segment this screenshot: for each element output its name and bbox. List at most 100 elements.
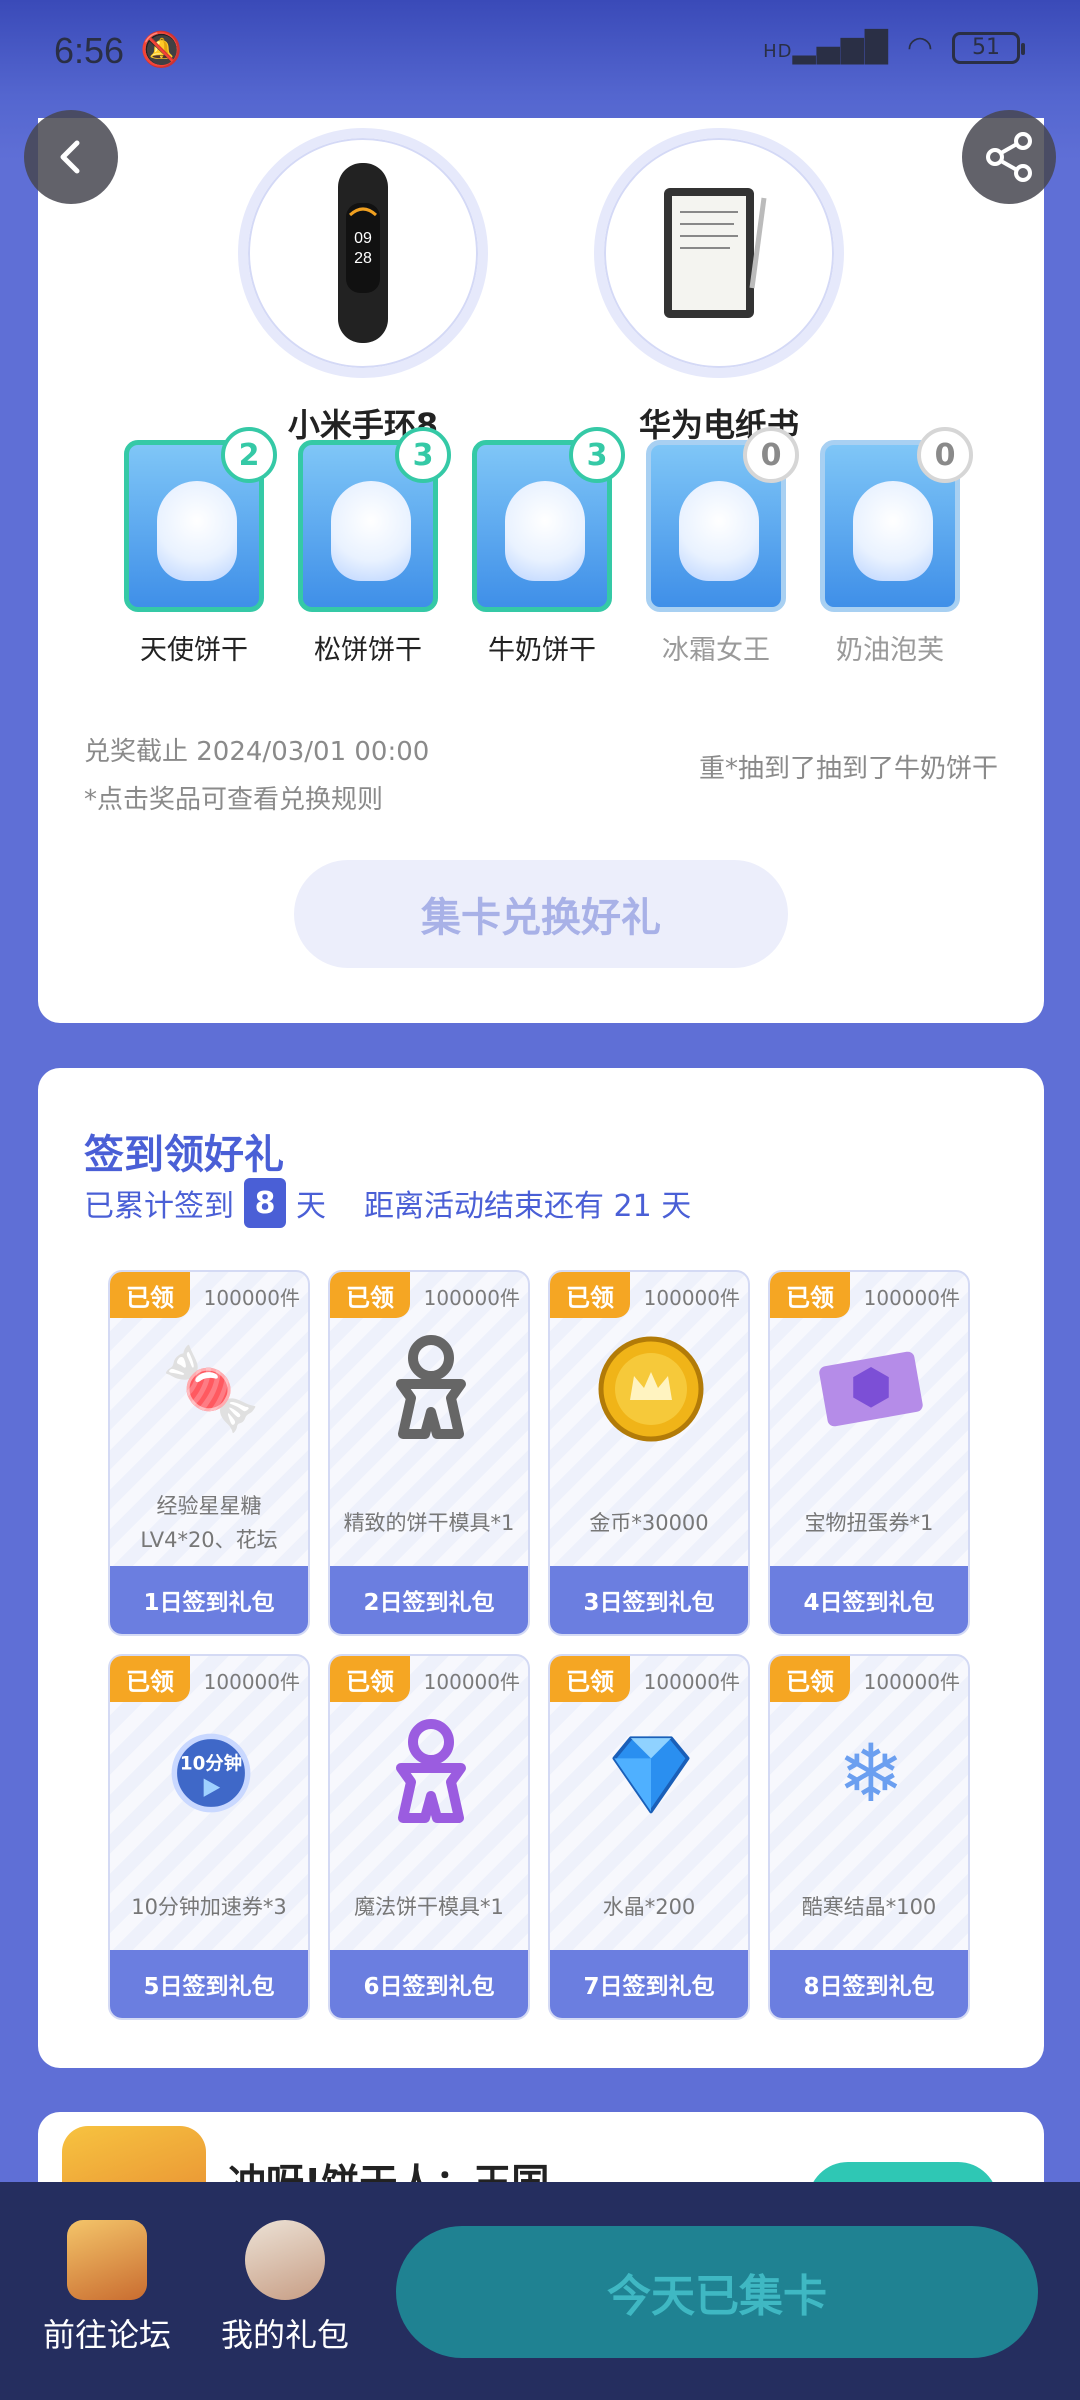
signin-prefix: 已累计签到 [84, 1189, 234, 1224]
cookie-card-cream-puff[interactable]: 0 奶油泡芙 [820, 427, 973, 667]
prize-image[interactable] [594, 128, 844, 378]
cookie-count-badge: 2 [221, 427, 277, 483]
gift-stock: 100000件 [863, 1670, 960, 1694]
claimed-tag: 已领 [550, 1272, 630, 1318]
gift-day-label: 4日签到礼包 [770, 1566, 968, 1634]
gift-stock: 100000件 [423, 1286, 520, 1310]
signal-icon: HD▂▄▆█ [763, 30, 889, 65]
snowflake-icon: ❄ [837, 1726, 905, 1820]
cookie-image[interactable]: 0 [820, 427, 973, 612]
cookie-mold-icon [376, 1334, 486, 1444]
gift-card[interactable]: 已领 100000件 ❄ 酷寒结晶*100 8日签到礼包 [768, 1654, 970, 2020]
claimed-tag: 已领 [550, 1656, 630, 1702]
my-gifts-label: 我的礼包 [220, 2316, 349, 2354]
gift-card[interactable]: 已领 100000件 10分钟 10分钟加速券*3 5日签到礼包 [108, 1654, 310, 2020]
cookie-name: 奶油泡芙 [836, 635, 944, 666]
my-gifts-button[interactable]: 我的礼包 [210, 2220, 360, 2356]
cookie-card-frost-queen[interactable]: 0 冰霜女王 [646, 427, 799, 667]
gift-label: 水晶*200 [602, 1895, 696, 1919]
gift-card[interactable]: 已领 100000件 宝物扭蛋券*1 4日签到礼包 [768, 1270, 970, 1636]
gift-card[interactable]: 已领 100000件 🍬 经验星星糖LV4*20、花坛 1日签到礼包 [108, 1270, 310, 1636]
claimed-tag: 已领 [330, 1656, 410, 1702]
share-icon [986, 132, 1032, 182]
claimed-tag: 已领 [330, 1272, 410, 1318]
gift-label: 经验星星糖LV4*20、花坛 [140, 1494, 278, 1552]
signin-title: 签到领好礼 [84, 1132, 284, 1178]
mute-bell-icon: 🔕 [140, 30, 183, 70]
battery-icon: 51 [952, 31, 1025, 64]
share-button[interactable] [962, 110, 1056, 204]
muffin-cookie-icon [331, 481, 411, 581]
cookie-name: 天使饼干 [140, 635, 248, 666]
collect-card-panel: 09 28 小米手环8 华为电纸书 2 天使饼干 3 松饼饼干 3 牛奶饼干 0… [38, 118, 1044, 1023]
gift-label: 宝物扭蛋券*1 [804, 1511, 934, 1535]
forum-app-icon [67, 2220, 147, 2300]
forum-label: 前往论坛 [42, 2316, 171, 2354]
cookie-name: 牛奶饼干 [488, 635, 596, 666]
deadline-info: 兑奖截止 2024/03/01 00:00 *点击奖品可查看兑换规则 [84, 728, 429, 824]
gift-stock: 100000件 [643, 1286, 740, 1310]
candy-icon: 🍬 [161, 1342, 261, 1435]
gift-day-label: 7日签到礼包 [550, 1950, 748, 2018]
claimed-tag: 已领 [110, 1656, 190, 1702]
frost-queen-cookie-icon [679, 481, 759, 581]
forum-button[interactable]: 前往论坛 [32, 2220, 182, 2356]
redeem-button[interactable]: 集卡兑换好礼 [294, 860, 788, 968]
status-bar: 6:56 🔕 HD▂▄▆█ ◠ 51 [0, 0, 1080, 100]
prize-image[interactable]: 09 28 [238, 128, 488, 378]
cookie-card-muffin[interactable]: 3 松饼饼干 [298, 427, 451, 667]
gift-label: 魔法饼干模具*1 [354, 1895, 504, 1919]
prize-item-ebook[interactable]: 华为电纸书 [594, 128, 844, 446]
cookie-image[interactable]: 3 [298, 427, 451, 612]
deadline-text: 兑奖截止 2024/03/01 00:00 [84, 737, 430, 767]
signin-panel: 签到领好礼 已累计签到 8 天 距离活动结束还有 21 天 已领 100000件… [38, 1068, 1044, 2068]
cookie-name: 松饼饼干 [314, 635, 422, 666]
gift-stock: 100000件 [423, 1670, 520, 1694]
wifi-icon: ◠ [906, 30, 934, 65]
angel-cookie-icon [157, 481, 237, 581]
gift-card[interactable]: 已领 100000件 水晶*200 7日签到礼包 [548, 1654, 750, 2020]
gift-day-label: 5日签到礼包 [110, 1950, 308, 2018]
status-time: 6:56 [54, 30, 125, 71]
svg-text:09: 09 [354, 230, 372, 247]
signin-days: 8 [244, 1178, 286, 1228]
collect-today-button[interactable]: 今天已集卡 [396, 2226, 1038, 2358]
gift-stock: 100000件 [203, 1286, 300, 1310]
speed-up-icon-text: 10分钟 [180, 1752, 242, 1774]
gift-card[interactable]: 已领 100000件 金币*30000 3日签到礼包 [548, 1270, 750, 1636]
gift-day-label: 3日签到礼包 [550, 1566, 748, 1634]
gift-label: 精致的饼干模具*1 [343, 1511, 515, 1535]
bottom-action-bar: 前往论坛 我的礼包 今天已集卡 [0, 2182, 1080, 2400]
claimed-tag: 已领 [770, 1272, 850, 1318]
gift-day-label: 6日签到礼包 [330, 1950, 528, 2018]
claimed-tag: 已领 [770, 1656, 850, 1702]
cookie-image[interactable]: 3 [472, 427, 625, 612]
cookie-count-badge: 3 [569, 427, 625, 483]
chevron-left-icon [60, 140, 80, 174]
cream-puff-cookie-icon [853, 481, 933, 581]
gift-avatar-icon [245, 2220, 325, 2300]
speed-up-icon: 10分钟 [156, 1718, 266, 1828]
ticket-icon [816, 1334, 926, 1444]
cookie-count-badge: 0 [743, 427, 799, 483]
gift-card[interactable]: 已领 100000件 精致的饼干模具*1 2日签到礼包 [328, 1270, 530, 1636]
cookie-image[interactable]: 2 [124, 427, 277, 612]
network-label: HD [763, 41, 793, 62]
prize-item-band[interactable]: 09 28 小米手环8 [238, 128, 488, 446]
gift-card[interactable]: 已领 100000件 魔法饼干模具*1 6日签到礼包 [328, 1654, 530, 2020]
cookie-image[interactable]: 0 [646, 427, 799, 612]
cookie-count-badge: 3 [395, 427, 451, 483]
svg-text:28: 28 [354, 250, 372, 267]
crystal-icon [596, 1718, 706, 1828]
winner-ticker: 重*抽到了抽到了牛奶饼干 [698, 754, 998, 784]
claimed-tag: 已领 [110, 1272, 190, 1318]
gift-day-label: 1日签到礼包 [110, 1566, 308, 1634]
back-button[interactable] [24, 110, 118, 204]
cookie-card-angel[interactable]: 2 天使饼干 [124, 427, 277, 667]
coin-icon [596, 1334, 706, 1444]
gift-stock: 100000件 [203, 1670, 300, 1694]
cookie-card-milk[interactable]: 3 牛奶饼干 [472, 427, 625, 667]
signin-remaining: 距离活动结束还有 21 天 [364, 1189, 692, 1224]
gift-day-label: 8日签到礼包 [770, 1950, 968, 2018]
gift-label: 10分钟加速券*3 [131, 1895, 287, 1919]
